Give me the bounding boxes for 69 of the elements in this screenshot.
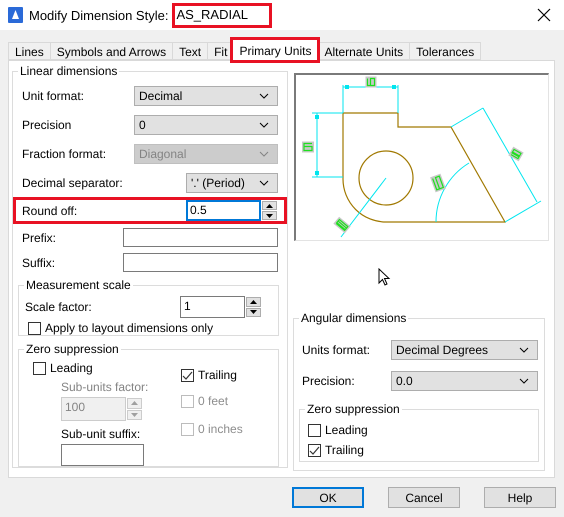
tab[interactable]: Tolerances bbox=[409, 42, 482, 60]
checkbox[interactable] bbox=[181, 368, 194, 382]
chevron-icon bbox=[519, 378, 529, 384]
close-icon bbox=[537, 8, 551, 22]
field-label: Decimal separator: bbox=[22, 176, 124, 190]
down-triangle-icon bbox=[266, 214, 273, 218]
dropdown[interactable]: 0.0 bbox=[391, 371, 538, 391]
chevron-icon bbox=[259, 151, 269, 157]
checkbox-label: Leading bbox=[325, 423, 368, 437]
tab[interactable]: Lines bbox=[8, 42, 50, 60]
checkbox-label: Trailing bbox=[325, 443, 364, 457]
field-label: Suffix: bbox=[22, 256, 56, 270]
window-title: Modify Dimension Style: bbox=[29, 8, 168, 22]
dialog-button[interactable]: Help bbox=[484, 487, 556, 508]
down-triangle-icon bbox=[131, 412, 138, 417]
checkbox-label: Trailing bbox=[198, 368, 237, 382]
field-label: Sub-units factor: bbox=[61, 380, 148, 394]
group-title: Zero suppression bbox=[306, 402, 401, 416]
chevron-icon bbox=[519, 347, 529, 353]
text-field[interactable] bbox=[123, 228, 278, 247]
tab[interactable]: Primary Units bbox=[232, 39, 318, 61]
dropdown[interactable]: Decimal bbox=[134, 86, 278, 106]
spin-down-button[interactable] bbox=[246, 308, 261, 317]
field-label: Sub-unit suffix: bbox=[61, 427, 140, 441]
field-label: Prefix: bbox=[22, 230, 58, 244]
checkbox[interactable] bbox=[308, 424, 321, 436]
checkbox-label: 0 inches bbox=[198, 422, 243, 436]
checkbox[interactable] bbox=[308, 444, 321, 456]
checkbox-label: Apply to layout dimensions only bbox=[45, 321, 214, 335]
checkbox[interactable] bbox=[33, 362, 46, 374]
text-field[interactable] bbox=[123, 253, 278, 272]
checkbox-label: 0 feet bbox=[198, 394, 228, 408]
field-label: Round off: bbox=[22, 204, 78, 218]
spin-field[interactable]: 1 bbox=[180, 296, 245, 318]
style-name: AS_RADIAL bbox=[172, 2, 272, 28]
spin-up-button[interactable] bbox=[246, 297, 261, 306]
field-label: Fraction format: bbox=[22, 147, 108, 161]
chevron-icon bbox=[259, 180, 269, 186]
chevron-icon bbox=[259, 93, 269, 99]
spin-up-button[interactable] bbox=[262, 201, 277, 210]
group-title: Measurement scale bbox=[25, 278, 132, 292]
app-icon bbox=[8, 7, 23, 23]
dialog-button[interactable]: OK bbox=[292, 487, 364, 508]
dialog-button[interactable]: Cancel bbox=[388, 487, 460, 508]
dropdown[interactable]: '.' (Period) bbox=[186, 173, 278, 193]
field-label: Units format: bbox=[302, 343, 372, 357]
down-triangle-icon bbox=[250, 310, 257, 314]
dropdown[interactable]: Decimal Degrees bbox=[391, 340, 538, 360]
field-label: Precision: bbox=[302, 374, 356, 388]
dropdown[interactable]: 0 bbox=[134, 115, 278, 135]
checkbox[interactable] bbox=[28, 322, 41, 334]
spin-down-button[interactable] bbox=[262, 211, 277, 220]
field-label: Precision bbox=[22, 118, 72, 132]
field-label: Unit format: bbox=[22, 89, 86, 103]
chevron-icon bbox=[259, 122, 269, 128]
cursor-icon bbox=[378, 268, 391, 286]
up-triangle-icon bbox=[131, 401, 138, 406]
field-label: Scale factor: bbox=[25, 300, 93, 314]
group-title: Zero suppression bbox=[25, 342, 120, 356]
tab[interactable]: Symbols and Arrows bbox=[50, 42, 172, 60]
text-field[interactable] bbox=[61, 444, 144, 466]
up-triangle-icon bbox=[250, 300, 257, 304]
group-title: Linear dimensions bbox=[19, 64, 118, 78]
tab[interactable]: Text bbox=[172, 42, 208, 60]
checkbox-label: Leading bbox=[50, 361, 93, 375]
group-title: Angular dimensions bbox=[300, 311, 408, 325]
up-triangle-icon bbox=[266, 204, 273, 208]
tab[interactable]: Alternate Units bbox=[317, 42, 410, 60]
spin-field[interactable]: 0.5 bbox=[186, 200, 261, 221]
